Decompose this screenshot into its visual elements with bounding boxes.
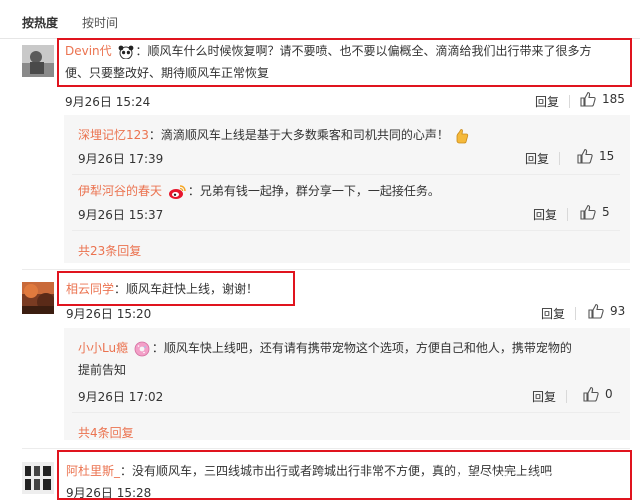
more-replies-link[interactable]: 共23条回复 [78,242,141,259]
weibo-icon [168,184,186,199]
tab-sort-time[interactable]: 按时间 [82,14,118,31]
like-count: 0 [605,387,613,401]
reply-button[interactable]: 回复 [532,388,556,405]
sub-comment-time: 9月26日 17:39 [78,152,164,166]
divider [575,307,576,320]
reply-button[interactable]: 回复 [533,206,557,223]
highlight-box [57,38,632,87]
like-button[interactable]: 93 [588,303,625,319]
avatar[interactable] [22,45,54,77]
avatar[interactable] [22,462,54,494]
sub-comment-text-line2: 提前告知 [78,363,127,377]
reply-button[interactable]: 回复 [525,150,549,167]
sub-comment-time: 9月26日 15:37 [78,208,164,222]
sub-comment-time: 9月26日 17:02 [78,390,164,404]
donut-icon [134,341,150,356]
sub-comment-text: ：顺风车快上线吧，还有请有携带宠物这个选项，方便自己和他人，携带宠物的 [151,341,572,355]
watermark: 知乎 @第一网约车 [456,473,565,488]
sub-comment: 深埋记忆123：滴滴顺风车上线是基于大多数乘客和司机共同的心声！ [78,124,471,146]
divider-line [72,412,620,413]
thumbs-up-icon [583,386,599,402]
comment-time: 9月26日 15:20 [66,307,152,321]
thumbs-up-icon [588,303,604,319]
divider [559,152,560,165]
tab-sort-hot[interactable]: 按热度 [22,14,58,31]
reply-button[interactable]: 回复 [541,305,565,322]
divider [566,390,567,403]
username-link[interactable]: 伊犁河谷的春天 [78,184,162,198]
comment-page: 按热度 按时间 Devin代 ：顺风车什么时候恢复啊？请不要喷、也不要以偏概全、… [0,0,640,504]
avatar[interactable] [22,282,54,314]
divider-line [22,269,630,270]
like-button[interactable]: 15 [577,148,614,164]
sub-comment-text: ：兄弟有钱一起挣，群分享一下，一起接任务。 [187,184,440,198]
sort-tabs: 按热度 按时间 [0,0,640,39]
thumbs-up-icon [577,148,593,164]
thumbs-up-icon [580,204,596,220]
like-button[interactable]: 0 [583,386,613,402]
divider-line [72,230,620,231]
divider [569,95,570,108]
comment-time: 9月26日 15:28 [66,486,152,500]
like-count: 93 [610,304,626,318]
more-replies-link[interactable]: 共4条回复 [78,424,134,441]
username-link[interactable]: 深埋记忆123 [78,128,149,142]
like-count: 15 [599,149,615,163]
username-link[interactable]: 小小Lu瘾 [78,341,128,355]
like-button[interactable]: 5 [580,204,610,220]
like-count: 185 [602,92,625,106]
like-button[interactable]: 185 [580,91,625,107]
comment-time: 9月26日 15:24 [65,95,151,109]
divider-line [22,448,630,449]
sub-comment: 伊犁河谷的春天 ：兄弟有钱一起挣，群分享一下，一起接任务。 [78,180,440,202]
divider [567,208,568,221]
like-count: 5 [602,205,610,219]
sub-comment-text: ：滴滴顺风车上线是基于大多数乘客和司机共同的心声！ [148,128,449,142]
divider-line [72,174,620,175]
sub-comment: 小小Lu瘾 ：顺风车快上线吧，还有请有携带宠物这个选项，方便自己和他人，携带宠物… [78,337,572,359]
highlight-box [57,271,295,306]
reply-button[interactable]: 回复 [535,93,559,110]
thumbs-up-emoji-icon [456,128,468,143]
thumbs-up-icon [580,91,596,107]
